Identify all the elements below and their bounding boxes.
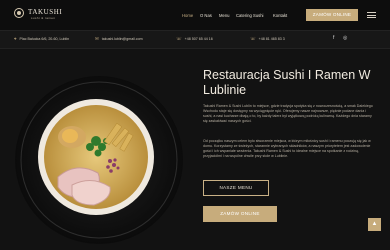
logo-tagline: sushi & ramen	[31, 16, 56, 20]
nav-o-nas[interactable]: O Nas	[200, 13, 212, 18]
hero-paragraph-2: Od początku naszym celem było stworzenie…	[203, 139, 371, 158]
menu-toggle-icon[interactable]	[367, 12, 376, 18]
nav-catering-sushi[interactable]: Catering Sushi	[236, 13, 263, 18]
nav-home[interactable]: Home	[182, 13, 193, 18]
location-pin-icon: ⌖	[14, 36, 17, 41]
email-item[interactable]: ✉ takushi.lublin@gmail.com	[95, 36, 143, 42]
ramen-bowl-image	[14, 75, 184, 245]
phone-icon: ☏	[250, 36, 256, 41]
phone2-item[interactable]: ☏ +48 81 465 83 3	[250, 36, 285, 42]
hero-order-online-button[interactable]: ZAMÓW ONLINE	[203, 206, 277, 222]
logo-icon[interactable]	[14, 8, 24, 18]
nav-kontakt[interactable]: Kontakt	[273, 13, 287, 18]
facebook-icon[interactable]: f	[333, 35, 334, 41]
phone-icon: ☏	[176, 36, 182, 41]
email-text[interactable]: takushi.lublin@gmail.com	[102, 37, 143, 41]
nav-menu[interactable]: Menu	[219, 13, 229, 18]
hero-paragraph-1: Takushi Ramen & Sushi Lublin to miejsce,…	[203, 104, 373, 123]
instagram-icon[interactable]: ◎	[343, 35, 347, 41]
address-item: ⌖ Plac Bałucka 6/6, 20-60, Lublin	[14, 36, 69, 41]
scroll-to-top-icon[interactable]: ▲	[368, 218, 381, 231]
our-menu-button[interactable]: NASZE MENU	[203, 180, 269, 196]
hero-title: Restauracja Sushi I Ramen W Lublinie	[203, 68, 371, 97]
logo-name[interactable]: TAKUSHI	[28, 8, 62, 16]
address-text: Plac Bałucka 6/6, 20-60, Lublin	[19, 36, 70, 41]
order-online-button[interactable]: ZAMÓW ONLINE	[306, 9, 358, 21]
envelope-icon: ✉	[95, 36, 99, 41]
phone1-text[interactable]: +48 507 65 44 16	[185, 37, 213, 41]
phone2-text[interactable]: +48 81 465 83 3	[259, 37, 285, 41]
phone1-item[interactable]: ☏ +48 507 65 44 16	[176, 36, 213, 42]
